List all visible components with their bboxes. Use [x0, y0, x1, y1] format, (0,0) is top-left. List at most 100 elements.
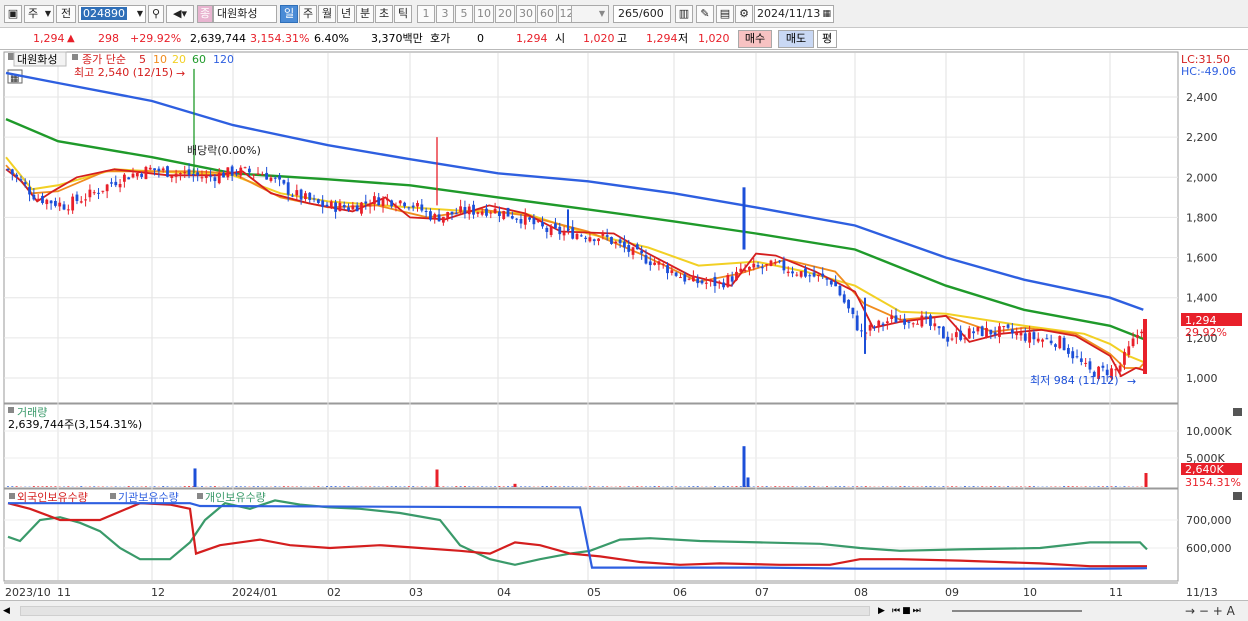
candle-body [704, 282, 708, 284]
open-label: 시 [555, 32, 566, 45]
volume-bar [188, 486, 191, 487]
period-tab[interactable]: 년 [337, 5, 355, 23]
interval-tab[interactable]: 5 [455, 5, 473, 23]
candle-body [45, 199, 49, 205]
period-tab[interactable]: 주 [299, 5, 317, 23]
date-field[interactable]: 2024/11/13 ▦ [754, 5, 834, 23]
interval-tab[interactable]: 10 [474, 5, 494, 23]
interval-tab[interactable]: 60 [537, 5, 557, 23]
volume-last-pct: 3154.31% [1185, 476, 1241, 489]
x-axis-label: 11 [57, 586, 71, 599]
buy-button[interactable]: 매수 [738, 30, 772, 48]
volume-bar [813, 486, 816, 487]
volume-bar [713, 486, 716, 487]
volume-marker-icon [8, 407, 14, 413]
x-axis-label: 06 [673, 586, 687, 599]
candle-body [579, 235, 583, 237]
min-arrow-icon: → [1127, 375, 1136, 388]
play-right-icon[interactable]: ▶ [878, 603, 890, 619]
price-y-tick: 2,200 [1186, 131, 1218, 144]
period-tab[interactable]: 분 [356, 5, 374, 23]
candle-body [222, 172, 225, 178]
candle-body [799, 271, 803, 277]
window-menu-icon[interactable]: ▣ [4, 5, 22, 23]
candle-body [502, 210, 506, 219]
scroll-track[interactable] [20, 606, 870, 616]
candle-body [58, 202, 62, 207]
candle-body [541, 221, 544, 227]
search-icon[interactable]: ⚲ [148, 5, 164, 23]
interval-tab[interactable]: 3 [436, 5, 454, 23]
candle-body [161, 168, 165, 171]
volume-bar [567, 486, 570, 487]
candle-body [954, 332, 958, 338]
interval-tab[interactable]: 30 [516, 5, 536, 23]
ma-period-label: 10 [153, 53, 167, 66]
candle-body [976, 326, 980, 332]
candle-body [23, 182, 27, 185]
period-tab[interactable]: 틱 [394, 5, 412, 23]
low-price: 1,020 [698, 32, 730, 45]
volume-bar [929, 486, 932, 487]
interval-tab[interactable]: 1 [417, 5, 435, 23]
candle-body [97, 192, 100, 194]
volume-bar [653, 486, 656, 487]
x-axis-label: 04 [497, 586, 511, 599]
bottom-scrollbar[interactable]: ◀ ▶ ⏮■⏭ → − + A [0, 600, 1248, 621]
count-field[interactable]: 265/600 [613, 5, 671, 23]
candle-body [398, 200, 402, 204]
volume-bar [166, 486, 169, 487]
volume-bar [67, 486, 70, 487]
x-axis-label: 11 [1109, 586, 1123, 599]
holdings-legend-item: 외국인보유수량 [17, 491, 88, 504]
volume-bar [343, 486, 346, 487]
draw-tool-icon[interactable]: ✎ [696, 5, 714, 23]
volume-y-tick: 10,000K [1186, 425, 1232, 438]
candle-body [851, 307, 855, 315]
period-tab[interactable]: 일 [280, 5, 298, 23]
candle-body [187, 169, 191, 176]
zoom-controls[interactable]: → − + A [1185, 603, 1245, 619]
candle-body [368, 205, 372, 207]
speaker-icon[interactable]: ◀▾ [166, 5, 194, 23]
candle-body [782, 260, 786, 271]
x-axis-label: 09 [945, 586, 959, 599]
company-name[interactable]: 대원화성 [213, 5, 277, 23]
code-input[interactable]: 024890 ▼ [78, 5, 146, 23]
candle-body [1006, 324, 1010, 328]
zoom-slider[interactable] [952, 610, 1082, 612]
sell-button[interactable]: 매도 [778, 30, 814, 48]
gear-icon[interactable]: ⚙ [735, 5, 753, 23]
volume-bar [765, 486, 768, 487]
volume-spike [435, 469, 439, 487]
candle-body [597, 238, 600, 242]
volume-bar [942, 486, 945, 487]
volume-bar [390, 486, 393, 487]
eval-button[interactable]: 평 [817, 30, 837, 48]
volume-bar [347, 486, 350, 487]
candle-body [644, 255, 648, 264]
current-price: 1,294 [33, 32, 65, 45]
interval-dropdown[interactable]: ▼ [571, 5, 609, 23]
holdings-legend-item: 기관보유수량 [118, 491, 179, 504]
price-y-tick: 1,400 [1186, 292, 1218, 305]
candle-type-icon[interactable]: ▥ [675, 5, 693, 23]
scroll-left-icon[interactable]: ◀ [3, 604, 15, 618]
candle-body [235, 173, 238, 175]
candle-body [730, 276, 734, 282]
type-select[interactable]: 주 ▼ [24, 5, 54, 23]
period-tab[interactable]: 월 [318, 5, 336, 23]
candle-body [88, 189, 92, 198]
candle-body [877, 320, 881, 328]
volume-bar [334, 486, 337, 487]
volume-spike [513, 483, 517, 487]
volume-bar [32, 486, 35, 487]
period-tab[interactable]: 초 [375, 5, 393, 23]
interval-tab[interactable]: 20 [495, 5, 515, 23]
candle-body [752, 263, 756, 268]
candle-body [476, 212, 480, 214]
candle-body [1032, 332, 1036, 340]
save-icon[interactable]: ▤ [716, 5, 734, 23]
prev-button[interactable]: 전 [56, 5, 76, 23]
candle-body [1019, 332, 1023, 336]
